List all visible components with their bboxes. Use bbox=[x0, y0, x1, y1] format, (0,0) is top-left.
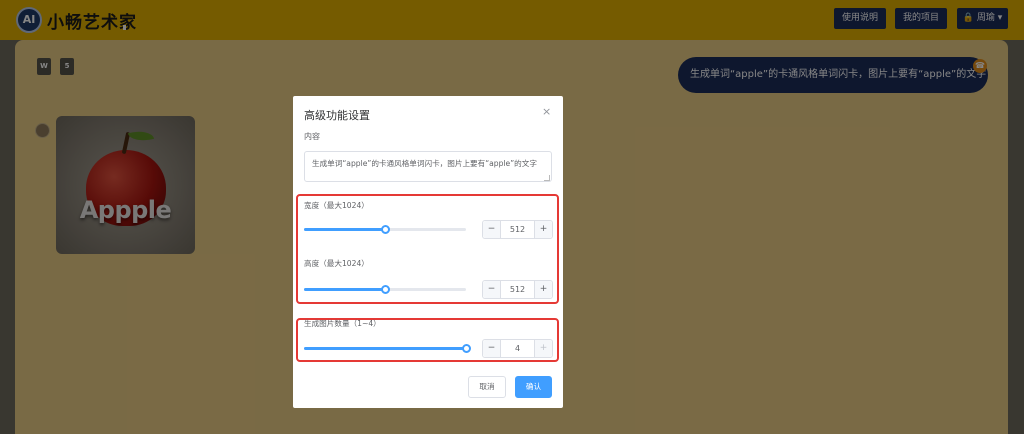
height-slider[interactable] bbox=[304, 285, 466, 294]
width-decrease-button[interactable]: − bbox=[483, 221, 501, 238]
image-count-label: 生成图片数量（1~4） bbox=[304, 319, 381, 328]
width-slider-fill bbox=[304, 228, 385, 231]
image-count-stepper[interactable]: − 4 + bbox=[482, 339, 553, 358]
prompt-textarea[interactable]: 生成单词“apple”的卡通风格单词闪卡，图片上要有“apple”的文字 bbox=[304, 151, 552, 182]
image-count-increase-button[interactable]: + bbox=[534, 340, 552, 357]
image-count-slider[interactable] bbox=[304, 344, 471, 353]
height-value[interactable]: 512 bbox=[501, 281, 534, 298]
width-increase-button[interactable]: + bbox=[534, 221, 552, 238]
height-slider-fill bbox=[304, 288, 385, 291]
width-label: 宽度（最大1024） bbox=[304, 201, 369, 210]
image-count-slider-fill bbox=[304, 347, 466, 350]
image-count-decrease-button[interactable]: − bbox=[483, 340, 501, 357]
height-increase-button[interactable]: + bbox=[534, 281, 552, 298]
cancel-button[interactable]: 取消 bbox=[468, 376, 506, 398]
content-label: 内容 bbox=[304, 132, 320, 141]
dialog-title: 高级功能设置 bbox=[304, 109, 370, 122]
confirm-button[interactable]: 确认 bbox=[515, 376, 552, 398]
image-count-slider-handle[interactable] bbox=[461, 344, 471, 353]
width-slider-handle[interactable] bbox=[380, 225, 390, 234]
resize-grip-icon[interactable] bbox=[544, 175, 550, 181]
height-decrease-button[interactable]: − bbox=[483, 281, 501, 298]
height-slider-handle[interactable] bbox=[380, 285, 390, 294]
width-stepper[interactable]: − 512 + bbox=[482, 220, 553, 239]
width-value[interactable]: 512 bbox=[501, 221, 534, 238]
width-slider[interactable] bbox=[304, 225, 466, 234]
height-label: 高度（最大1024） bbox=[304, 259, 369, 268]
advanced-settings-dialog: 高级功能设置 × 内容 生成单词“apple”的卡通风格单词闪卡，图片上要有“a… bbox=[293, 96, 563, 408]
close-icon[interactable]: × bbox=[542, 105, 551, 118]
height-stepper[interactable]: − 512 + bbox=[482, 280, 553, 299]
image-count-value[interactable]: 4 bbox=[501, 340, 534, 357]
